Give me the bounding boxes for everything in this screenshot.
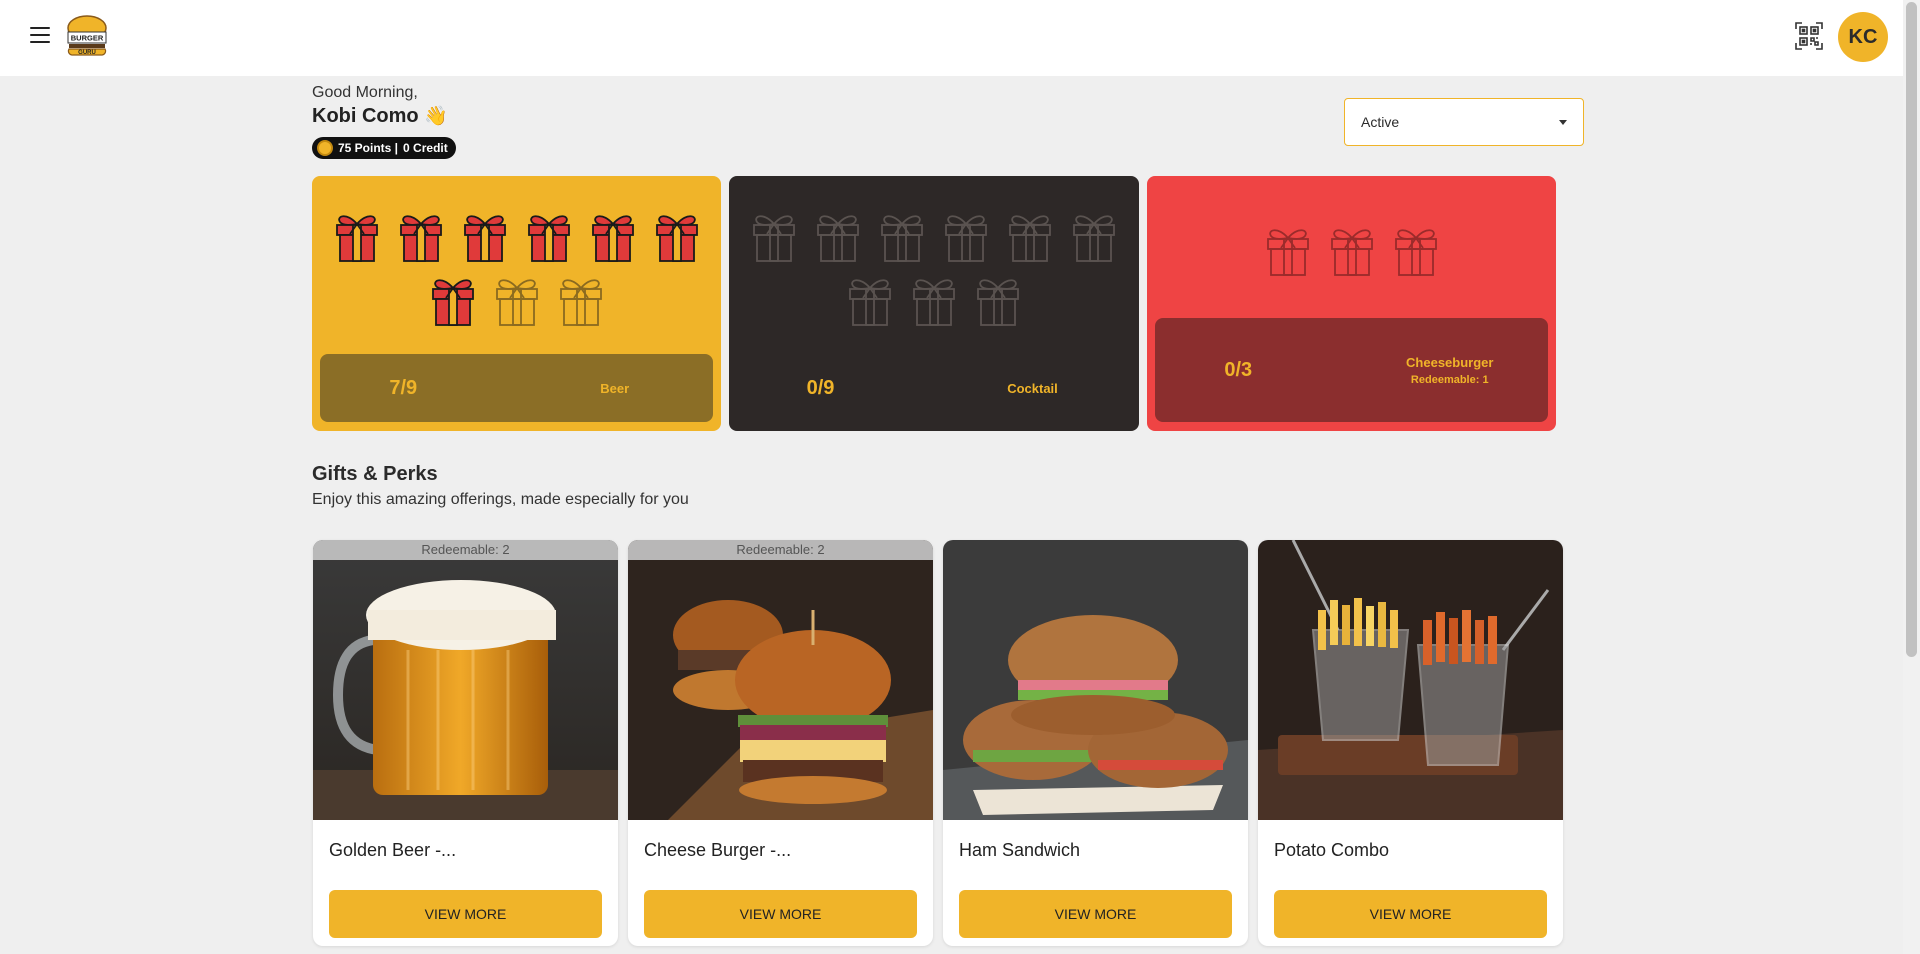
- stamp-row-break: [312, 264, 721, 274]
- points-text: 75 Points |: [338, 141, 399, 155]
- view-more-button[interactable]: VIEW MORE: [329, 890, 602, 938]
- stamp-card-cheeseburger[interactable]: 0/3 Cheeseburger Redeemable: 1: [1147, 176, 1556, 431]
- greeting-salutation: Good Morning,: [312, 84, 418, 101]
- perk-card-cheese-burger[interactable]: Redeemable: 2 Cheese Burger -... VIEW MO…: [628, 540, 933, 946]
- points-credit-badge[interactable]: 75 Points | 0 Credit: [312, 137, 456, 159]
- stamp-count: 7/9: [389, 376, 418, 399]
- stamp-row: [312, 210, 721, 328]
- user-avatar[interactable]: KC: [1838, 12, 1888, 62]
- user-name: Kobi Como 👋: [312, 104, 448, 128]
- gift-stamp-filled-icon: [655, 215, 698, 262]
- beer-mug-image: [313, 540, 618, 820]
- perk-card-golden-beer[interactable]: Redeemable: 2 Golden Beer -... VIEW MORE: [313, 540, 618, 946]
- coin-icon: [317, 140, 333, 156]
- perk-card-ham-sandwich[interactable]: Ham Sandwich VIEW MORE: [943, 540, 1248, 946]
- gift-stamp-empty-icon: [1330, 229, 1373, 276]
- stamp-card-info: 0/9 Cocktail: [737, 354, 1131, 422]
- stamp-card-info: 7/9 Beer: [320, 354, 713, 422]
- redeemable-ribbon: Redeemable: 2: [313, 540, 618, 560]
- stamp-reward: Beer: [600, 380, 630, 396]
- stamp-reward: Cocktail: [1007, 380, 1058, 396]
- stamp-count: 0/9: [806, 376, 835, 399]
- gift-stamp-empty-icon: [913, 279, 955, 326]
- gift-stamp-empty-icon: [817, 215, 859, 262]
- perk-name: Cheese Burger -...: [644, 840, 792, 860]
- view-more-button[interactable]: VIEW MORE: [644, 890, 917, 938]
- vertical-scrollbar[interactable]: [1903, 0, 1920, 954]
- wave-emoji: 👋: [424, 106, 448, 127]
- stamp-reward-label: Cheeseburger: [1406, 354, 1494, 370]
- gift-stamp-filled-icon: [591, 215, 634, 262]
- perk-name: Ham Sandwich: [959, 840, 1081, 860]
- gift-stamp-empty-icon: [753, 215, 795, 262]
- burger-guru-logo[interactable]: BURGER GURU: [66, 14, 108, 58]
- view-more-button[interactable]: VIEW MORE: [1274, 890, 1547, 938]
- perk-name: Potato Combo: [1274, 840, 1390, 860]
- section-title: Gifts & Perks: [312, 463, 438, 485]
- gift-stamp-empty-icon: [1266, 229, 1309, 276]
- section-subtitle: Enjoy this amazing offerings, made espec…: [312, 491, 689, 508]
- cheese-burger-image: [628, 540, 933, 820]
- gift-stamp-empty-icon: [849, 279, 891, 326]
- stamp-reward: Cheeseburger Redeemable: 1: [1352, 355, 1549, 386]
- gift-stamp-filled-icon: [399, 215, 442, 262]
- stamp-row: [729, 210, 1139, 328]
- gift-stamp-filled-icon: [335, 215, 378, 262]
- credit-text: 0 Credit: [403, 141, 448, 155]
- gift-stamp-empty-icon: [945, 215, 987, 262]
- stamp-card-cocktail[interactable]: 0/9 Cocktail: [729, 176, 1139, 431]
- potato-combo-image: [1258, 540, 1563, 820]
- svg-text:GURU: GURU: [78, 50, 96, 56]
- scrollbar-thumb[interactable]: [1906, 2, 1917, 657]
- qr-code-icon[interactable]: [1795, 22, 1823, 50]
- view-more-button[interactable]: VIEW MORE: [959, 890, 1232, 938]
- gift-stamp-empty-icon: [495, 279, 538, 326]
- gift-stamp-filled-icon: [431, 279, 474, 326]
- gift-stamp-empty-icon: [881, 215, 923, 262]
- redeemable-ribbon: Redeemable: 2: [628, 540, 933, 560]
- gift-stamp-empty-icon: [1073, 215, 1115, 262]
- perk-name: Golden Beer -...: [329, 840, 457, 860]
- gift-stamp-filled-icon: [463, 215, 506, 262]
- stamp-card-beer[interactable]: 7/9 Beer: [312, 176, 721, 431]
- chevron-down-icon: [1559, 119, 1567, 125]
- hamburger-menu-icon[interactable]: [30, 27, 50, 45]
- ham-sandwich-image: [943, 540, 1248, 820]
- stamp-row-break: [729, 264, 1139, 274]
- user-name-text: Kobi Como: [312, 105, 419, 127]
- perk-card-potato-combo[interactable]: Potato Combo VIEW MORE: [1258, 540, 1563, 946]
- gift-stamp-empty-icon: [1009, 215, 1051, 262]
- status-filter-value: Active: [1361, 114, 1400, 130]
- top-app-bar: BURGER GURU KC: [0, 0, 1903, 76]
- stamp-card-info: 0/3 Cheeseburger Redeemable: 1: [1155, 318, 1548, 422]
- gift-stamp-empty-icon: [559, 279, 602, 326]
- redeemable-count: Redeemable: 1: [1410, 373, 1489, 386]
- stamp-count: 0/3: [1224, 358, 1253, 381]
- svg-text:BURGER: BURGER: [71, 34, 104, 43]
- gift-stamp-empty-icon: [1394, 229, 1437, 276]
- gift-stamp-empty-icon: [977, 279, 1019, 326]
- gift-stamp-filled-icon: [527, 215, 570, 262]
- stamp-row: [1147, 224, 1556, 278]
- status-filter-select[interactable]: Active: [1344, 98, 1584, 146]
